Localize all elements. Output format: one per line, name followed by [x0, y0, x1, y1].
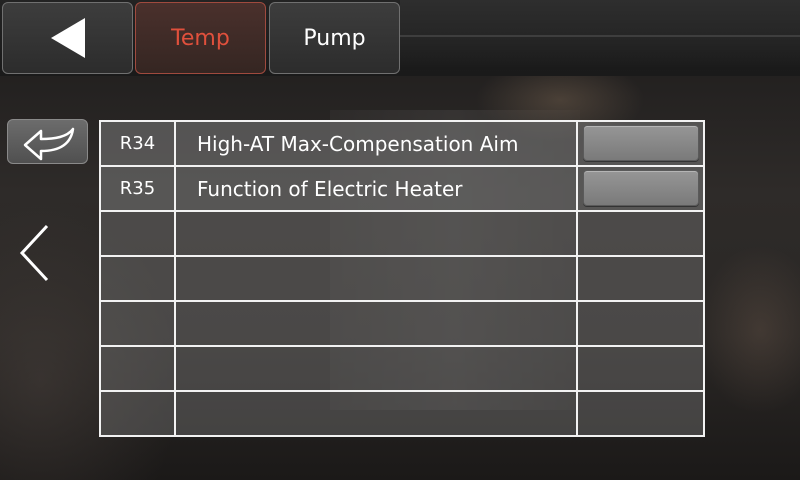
- table-row: [99, 300, 705, 347]
- parameter-value-cell: [576, 255, 705, 302]
- parameter-name: [174, 345, 578, 392]
- table-row: [99, 210, 705, 257]
- parameter-name: [174, 390, 578, 437]
- parameter-name: [174, 300, 578, 347]
- parameter-value-cell: [576, 165, 705, 212]
- parameter-value-cell: [576, 345, 705, 392]
- tab-temp-label: Temp: [171, 25, 230, 51]
- return-arrow-icon: [23, 127, 74, 160]
- table-row: [99, 345, 705, 392]
- parameter-name: High-AT Max-Compensation Aim: [174, 120, 578, 167]
- top-strip-divider: [400, 35, 800, 37]
- parameter-value-cell: [576, 300, 705, 347]
- return-button[interactable]: [7, 119, 88, 164]
- parameter-name: [174, 255, 578, 302]
- back-button[interactable]: [2, 2, 133, 74]
- parameter-value-cell: [576, 390, 705, 437]
- prev-page-button[interactable]: [14, 220, 54, 286]
- parameter-code: R34: [99, 120, 176, 167]
- tab-pump[interactable]: Pump: [269, 2, 400, 74]
- parameter-code: [99, 390, 176, 437]
- parameter-code: [99, 255, 176, 302]
- parameter-code: R35: [99, 165, 176, 212]
- parameter-code: [99, 300, 176, 347]
- table-row: [99, 255, 705, 302]
- top-strip: [400, 0, 800, 70]
- top-bar: Temp Pump: [0, 0, 800, 76]
- chevron-left-icon: [19, 224, 49, 282]
- table-row: R34 High-AT Max-Compensation Aim: [99, 120, 705, 167]
- tab-temp[interactable]: Temp: [135, 2, 266, 74]
- parameter-name: [174, 210, 578, 257]
- parameter-value-cell: [576, 210, 705, 257]
- parameter-value-button[interactable]: [582, 124, 699, 161]
- tab-pump-label: Pump: [303, 25, 366, 51]
- parameter-code: [99, 345, 176, 392]
- parameter-value-cell: [576, 120, 705, 167]
- parameter-table: R34 High-AT Max-Compensation Aim R35 Functi…: [99, 120, 705, 437]
- parameter-name: Function of Electric Heater: [174, 165, 578, 212]
- table-row: R35 Function of Electric Heater: [99, 165, 705, 212]
- table-row: [99, 390, 705, 437]
- parameter-value-button[interactable]: [582, 169, 699, 206]
- parameter-code: [99, 210, 176, 257]
- back-triangle-icon: [50, 18, 85, 58]
